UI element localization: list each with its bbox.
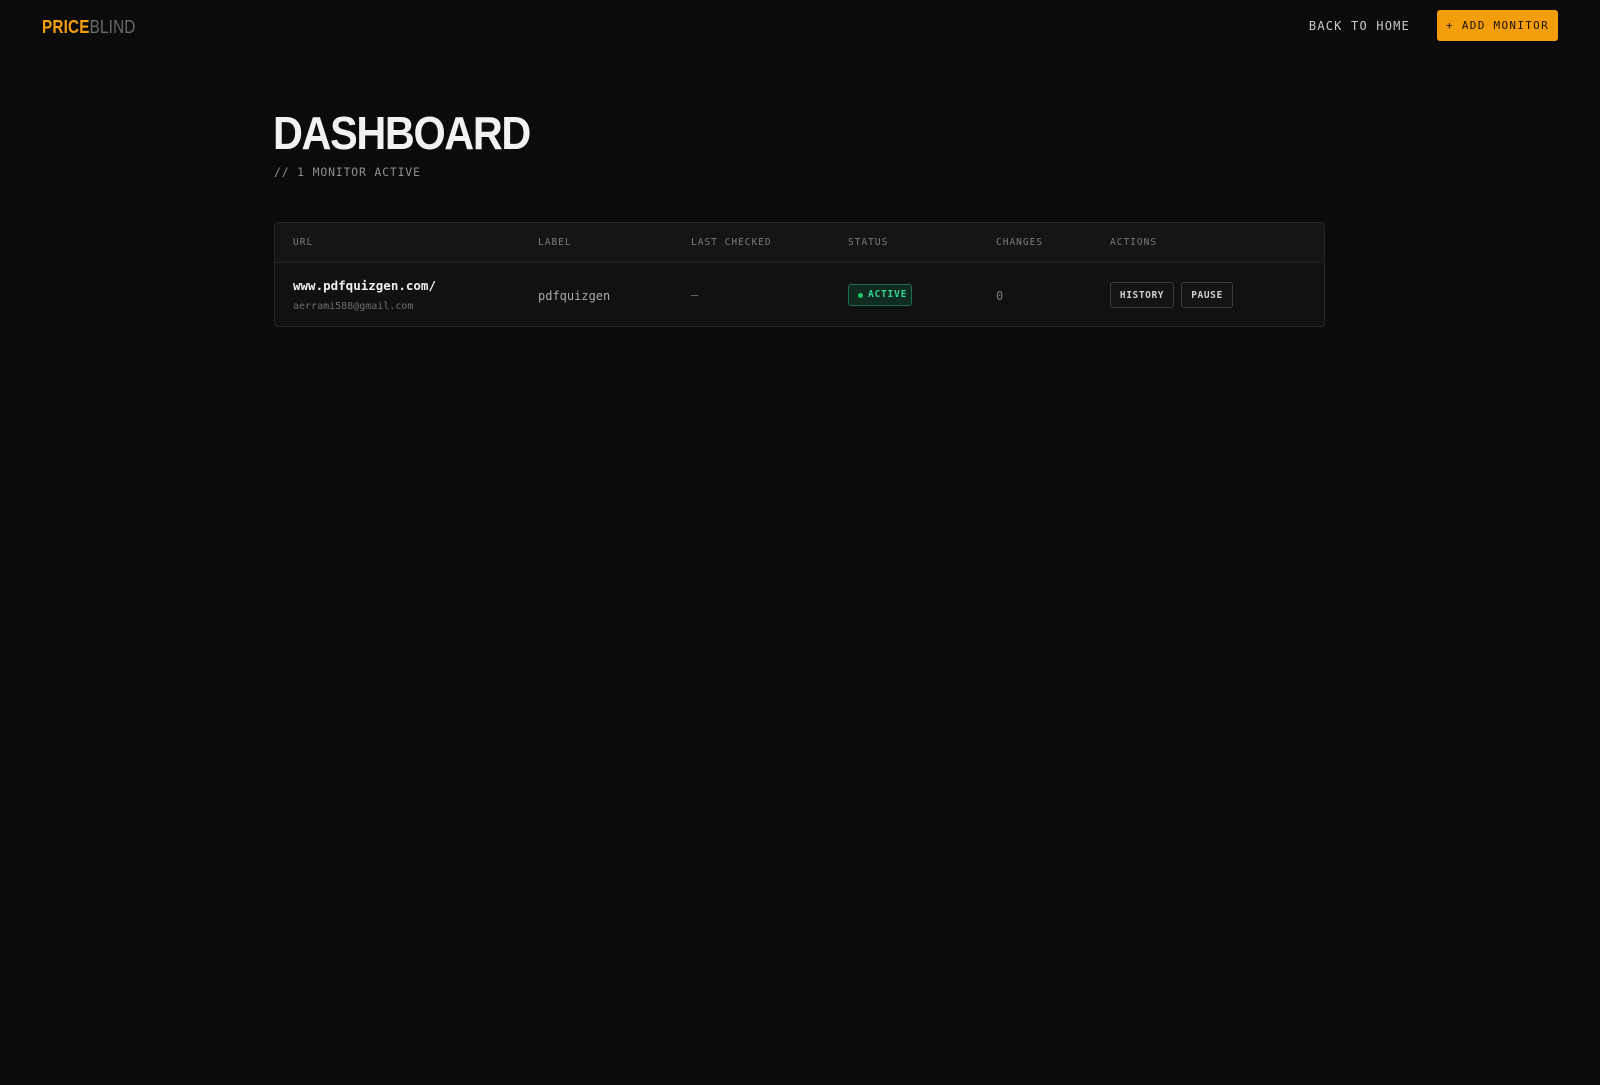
- brand-logo-blind: BLIND: [89, 17, 136, 37]
- column-header-label: LABEL: [538, 237, 572, 248]
- add-monitor-button[interactable]: + ADD MONITOR: [1437, 10, 1558, 41]
- top-navigation-bar: PRICEBLIND BACK TO HOME + ADD MONITOR: [0, 0, 1600, 52]
- column-header-changes: CHANGES: [996, 237, 1044, 248]
- status-badge: ACTIVE: [848, 284, 912, 306]
- status-dot-icon: [858, 292, 863, 298]
- monitor-label: pdfquizgen: [538, 289, 611, 303]
- monitor-last-checked: —: [691, 288, 699, 302]
- monitor-url[interactable]: www.pdfquizgen.com/: [293, 278, 436, 294]
- pause-button[interactable]: PAUSE: [1181, 282, 1233, 308]
- monitor-email: aerrami588@gmail.com: [293, 301, 414, 312]
- status-badge-text: ACTIVE: [868, 289, 908, 300]
- monitors-table: URL LABEL LAST CHECKED STATUS CHANGES AC…: [274, 222, 1325, 327]
- column-header-url: URL: [293, 237, 314, 248]
- monitor-changes-count: 0: [996, 289, 1004, 303]
- table-header: URL LABEL LAST CHECKED STATUS CHANGES AC…: [275, 223, 1324, 263]
- column-header-status: STATUS: [848, 237, 889, 248]
- brand-logo-price: PRICE: [42, 17, 90, 37]
- page-title: DASHBOARD: [273, 107, 531, 159]
- table-row: www.pdfquizgen.com/ aerrami588@gmail.com…: [275, 263, 1324, 326]
- brand-logo[interactable]: PRICEBLIND: [42, 16, 136, 38]
- column-header-last-checked: LAST CHECKED: [691, 237, 772, 248]
- monitor-count-subtitle: // 1 MONITOR ACTIVE: [274, 165, 421, 179]
- column-header-actions: ACTIONS: [1110, 237, 1158, 248]
- back-to-home-link[interactable]: BACK TO HOME: [1309, 17, 1410, 35]
- history-button[interactable]: HISTORY: [1110, 282, 1174, 308]
